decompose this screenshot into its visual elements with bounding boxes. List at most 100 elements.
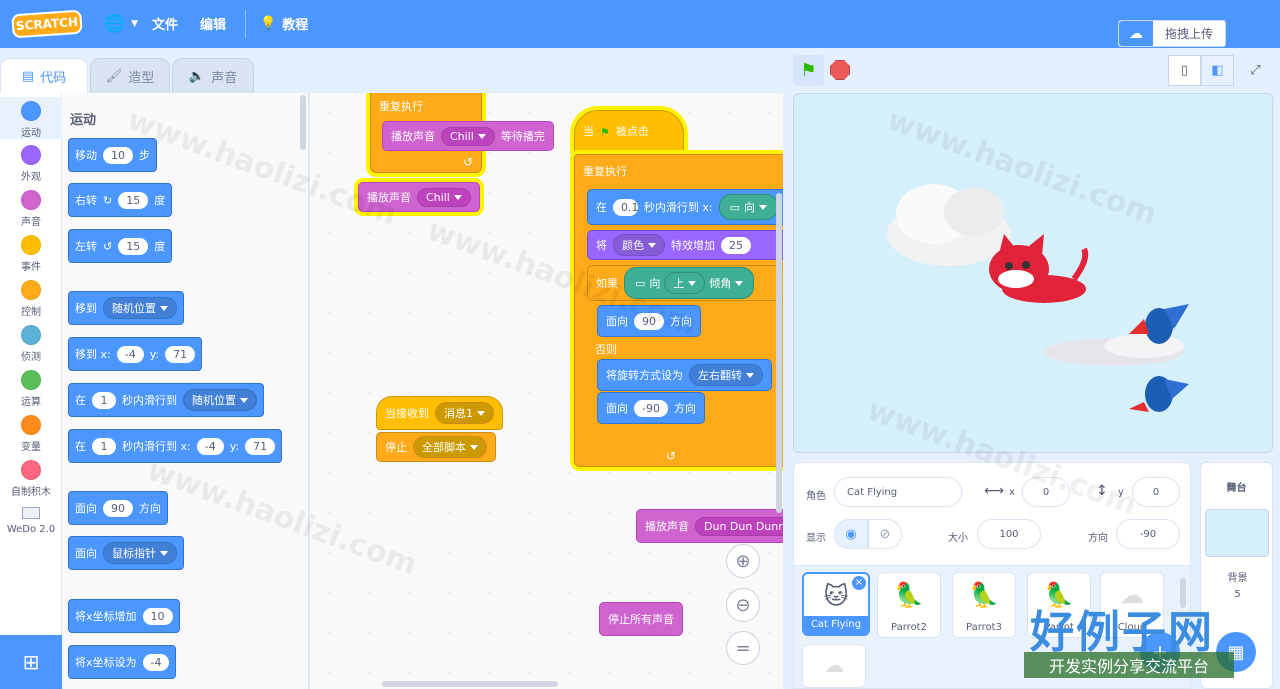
glide-to-block[interactable]: 在 0.1 秒内滑行到 x: ▭ 向 bbox=[587, 189, 783, 225]
effect-input[interactable]: 25 bbox=[721, 236, 751, 254]
stage-canvas[interactable] bbox=[793, 93, 1273, 453]
effect-dropdown[interactable]: 颜色 bbox=[613, 234, 665, 256]
category-label: 控制 bbox=[21, 307, 41, 318]
set-rotation-block[interactable]: 将旋转方式设为 左右翻转 bbox=[597, 359, 772, 391]
block-text: 停止所有声音 bbox=[608, 613, 674, 626]
dx-input[interactable]: 10 bbox=[142, 607, 173, 625]
play-sound-block-2[interactable]: 播放声音 Dun Dun Dunnn bbox=[636, 509, 783, 543]
fullscreen-button[interactable]: ⤢ bbox=[1239, 55, 1272, 86]
tab-sounds[interactable]: 🔈 声音 bbox=[172, 58, 254, 94]
zoom-reset-icon[interactable]: = bbox=[726, 631, 760, 665]
block-turn-left[interactable]: 左转 ↺ 15 度 bbox=[68, 229, 173, 263]
y-input[interactable]: 71 bbox=[165, 345, 196, 363]
block-glide[interactable]: 在 1 秒内滑行到 随机位置 bbox=[68, 383, 264, 417]
block-set-x[interactable]: 将x坐标设为 -4 bbox=[68, 645, 177, 679]
show-sprite-icon[interactable]: ◉ bbox=[834, 519, 868, 549]
stop-block[interactable]: 停止 全部脚本 bbox=[376, 432, 496, 462]
goto-dropdown[interactable]: 随机位置 bbox=[103, 297, 177, 319]
sprite-thumb-cat-flying[interactable]: 🐱 × Cat Flying bbox=[802, 572, 870, 636]
block-point-direction[interactable]: 面向 90 方向 bbox=[68, 491, 168, 525]
green-flag-button[interactable]: ⚑ bbox=[793, 55, 824, 86]
sprite-thumb-parrot2[interactable]: 🦜 Parrot2 bbox=[877, 572, 941, 638]
category-variables[interactable]: 变量 bbox=[0, 415, 62, 453]
scratch-logo[interactable]: SCRATCH bbox=[11, 9, 83, 39]
towards-dropdown[interactable]: 鼠标指针 bbox=[103, 542, 177, 564]
secs-input[interactable]: 0.1 bbox=[613, 198, 639, 216]
category-sound[interactable]: 声音 bbox=[0, 190, 62, 228]
category-looks[interactable]: 外观 bbox=[0, 145, 62, 183]
y-input[interactable]: 71 bbox=[245, 437, 276, 455]
stop-all-sounds-block[interactable]: 停止所有声音 bbox=[599, 602, 683, 636]
wedo-reporter[interactable]: ▭ 向 bbox=[718, 194, 778, 220]
point-direction-block-2[interactable]: 面向 -90 方向 bbox=[597, 392, 705, 424]
category-label: 变量 bbox=[21, 442, 41, 453]
category-wedo[interactable]: WeDo 2.0 bbox=[0, 507, 62, 535]
file-menu[interactable]: 文件 bbox=[152, 14, 178, 33]
glide-dropdown[interactable]: 随机位置 bbox=[183, 389, 257, 411]
control-dot-icon bbox=[21, 280, 41, 300]
direction-input[interactable]: 90 bbox=[103, 499, 133, 517]
backdrop-label: 背景 bbox=[1227, 573, 1248, 584]
direction-input[interactable]: -90 bbox=[1116, 519, 1180, 549]
rotation-style-dropdown[interactable]: 左右翻转 bbox=[689, 364, 763, 386]
steps-input[interactable]: 10 bbox=[103, 146, 133, 164]
secs-input[interactable]: 1 bbox=[92, 391, 116, 409]
workspace-h-scrollbar[interactable] bbox=[382, 681, 558, 687]
block-text: 重复执行 bbox=[379, 100, 423, 113]
zoom-in-icon[interactable]: ⊕ bbox=[726, 544, 760, 578]
x-input[interactable]: -4 bbox=[196, 437, 224, 455]
block-goto-xy[interactable]: 移到 x: -4 y: 71 bbox=[68, 337, 203, 371]
delete-sprite-icon[interactable]: × bbox=[852, 576, 866, 590]
category-control[interactable]: 控制 bbox=[0, 280, 62, 318]
category-operators[interactable]: 运算 bbox=[0, 370, 62, 408]
edit-menu[interactable]: 编辑 bbox=[200, 14, 226, 33]
sound-dropdown[interactable]: Chill bbox=[441, 126, 495, 146]
block-change-x[interactable]: 将x坐标增加 10 bbox=[68, 599, 180, 633]
secs-input[interactable]: 1 bbox=[92, 437, 116, 455]
size-input[interactable]: 100 bbox=[977, 519, 1041, 549]
category-sensing[interactable]: 侦测 bbox=[0, 325, 62, 363]
add-extension-button[interactable]: ⊞ bbox=[0, 635, 62, 689]
when-flag-clicked-block[interactable]: 当 ⚑ 被点击 bbox=[574, 110, 684, 154]
script-workspace[interactable]: 重复执行 播放声音 Chill 等待播完 ↺ 播放声音 Chill 当接收到 消息1 停… bbox=[310, 93, 783, 689]
block-goto[interactable]: 移到 随机位置 bbox=[68, 291, 184, 325]
message-dropdown[interactable]: 消息1 bbox=[435, 402, 494, 424]
block-turn-right[interactable]: 右转 ↻ 15 度 bbox=[68, 183, 173, 217]
x-input[interactable]: -4 bbox=[142, 653, 170, 671]
block-glide-xy[interactable]: 在 1 秒内滑行到 x: -4 y: 71 bbox=[68, 429, 283, 463]
workspace-v-scrollbar[interactable] bbox=[776, 193, 782, 513]
stop-button[interactable] bbox=[830, 60, 850, 80]
block-point-towards[interactable]: 面向 鼠标指针 bbox=[68, 536, 184, 570]
language-menu[interactable]: 🌐 ▼ bbox=[104, 14, 138, 34]
tab-code[interactable]: ▤ 代码 bbox=[0, 58, 88, 94]
tab-costumes[interactable]: 🖌 造型 bbox=[90, 58, 170, 94]
stop-dropdown[interactable]: 全部脚本 bbox=[413, 436, 487, 458]
small-stage-button[interactable]: ▯ bbox=[1168, 55, 1201, 86]
zoom-out-icon[interactable]: ⊖ bbox=[726, 588, 760, 622]
category-events[interactable]: 事件 bbox=[0, 235, 62, 273]
sound-dropdown[interactable]: Dun Dun Dunnn bbox=[695, 516, 783, 536]
tilt-direction-dropdown[interactable]: 上 bbox=[664, 272, 706, 294]
large-stage-button[interactable]: ◧ bbox=[1201, 55, 1234, 86]
tutorials-menu[interactable]: 💡 教程 bbox=[260, 14, 308, 33]
block-text: y: bbox=[149, 347, 160, 361]
change-effect-block[interactable]: 将颜色 特效增加 25 bbox=[587, 230, 783, 260]
upload-button[interactable]: ☁ 拖拽上传 bbox=[1118, 20, 1226, 47]
palette-scrollbar[interactable] bbox=[300, 95, 306, 150]
sprite-thumb-cloud-2[interactable]: ☁ bbox=[802, 644, 866, 688]
hide-sprite-icon[interactable]: ⊘ bbox=[868, 519, 902, 549]
degrees-input[interactable]: 15 bbox=[118, 191, 149, 209]
sprite-name-input[interactable]: Cat Flying bbox=[834, 477, 962, 507]
when-receive-block[interactable]: 当接收到 消息1 bbox=[376, 396, 503, 430]
category-my-blocks[interactable]: 自制积木 bbox=[0, 460, 62, 498]
direction-input[interactable]: -90 bbox=[634, 399, 668, 417]
stage-scene bbox=[887, 184, 1189, 412]
category-motion[interactable]: 运动 bbox=[0, 97, 62, 139]
x-input[interactable]: -4 bbox=[116, 345, 144, 363]
sound-dropdown[interactable]: Chill bbox=[417, 187, 471, 207]
code-icon: ▤ bbox=[21, 69, 35, 84]
play-until-done-block[interactable]: 播放声音 Chill 等待播完 bbox=[382, 121, 554, 151]
sprite-thumb-parrot3[interactable]: 🦜 Parrot3 bbox=[952, 572, 1016, 638]
degrees-input[interactable]: 15 bbox=[118, 237, 149, 255]
block-text: 在 bbox=[75, 440, 86, 453]
